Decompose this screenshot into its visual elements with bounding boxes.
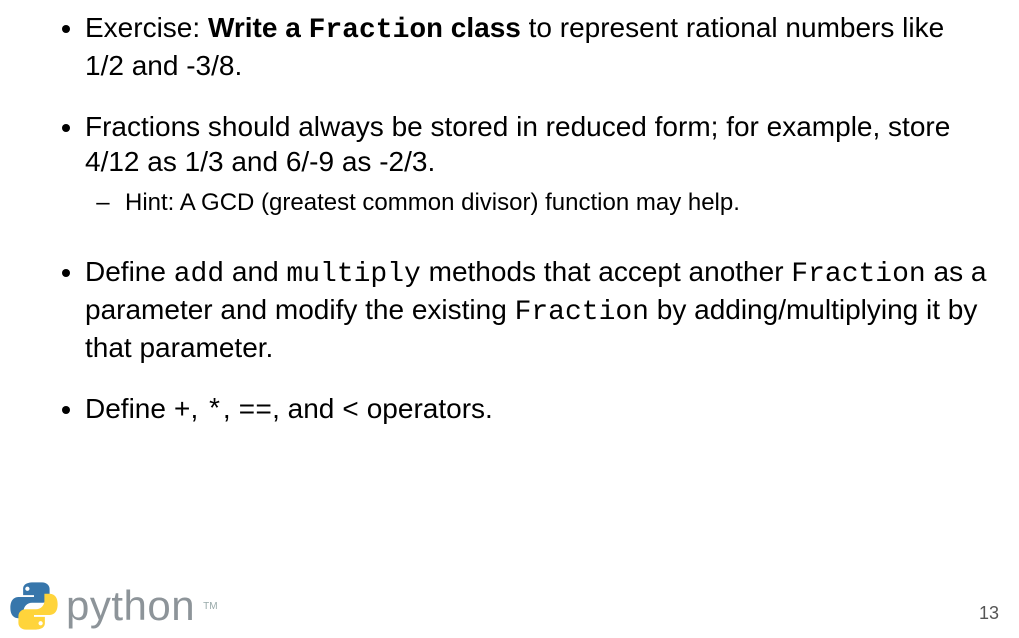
b4-p3: , <box>223 393 239 424</box>
b2-text: Fractions should always be stored in red… <box>85 111 950 177</box>
b3-p3: methods that accept another <box>421 256 791 287</box>
b4-c2: * <box>206 396 223 427</box>
b4-c3: == <box>238 396 272 427</box>
b1-prefix: Exercise: <box>85 12 208 43</box>
b4-p2: , <box>191 393 207 424</box>
footer-logo: python TM <box>8 580 218 632</box>
slide-body: Exercise: Write a Fraction class to repr… <box>0 0 1019 429</box>
logo-tm: TM <box>203 601 217 612</box>
b3-c4: Fraction <box>515 297 649 328</box>
bullet-list: Exercise: Write a Fraction class to repr… <box>30 10 989 429</box>
b3-c3: Fraction <box>791 259 925 290</box>
b3-c2: multiply <box>286 259 420 290</box>
bullet-1: Exercise: Write a Fraction class to repr… <box>85 10 989 83</box>
b4-p5: operators. <box>359 393 493 424</box>
logo-text: python <box>66 582 195 630</box>
b1-bold-pre: Write a <box>208 12 309 43</box>
b4-c1: + <box>174 396 191 427</box>
b3-c1: add <box>174 259 224 290</box>
bullet-3: Define add and multiply methods that acc… <box>85 254 989 365</box>
b4-c4: < <box>342 396 359 427</box>
b1-bold-post: class <box>443 12 521 43</box>
b4-p4: , and <box>272 393 342 424</box>
b4-p1: Define <box>85 393 174 424</box>
python-logo-icon <box>8 580 60 632</box>
b3-p2: and <box>224 256 286 287</box>
b1-code: Fraction <box>309 15 443 46</box>
bullet-4: Define +, *, ==, and < operators. <box>85 391 989 429</box>
b2-sub-text: Hint: A GCD (greatest common divisor) fu… <box>125 189 740 216</box>
b2-sub-item: Hint: A GCD (greatest common divisor) fu… <box>125 187 989 218</box>
bullet-2: Fractions should always be stored in red… <box>85 109 989 228</box>
bullet-2-sub: Hint: A GCD (greatest common divisor) fu… <box>85 187 989 218</box>
b3-p1: Define <box>85 256 174 287</box>
page-number: 13 <box>979 603 999 624</box>
